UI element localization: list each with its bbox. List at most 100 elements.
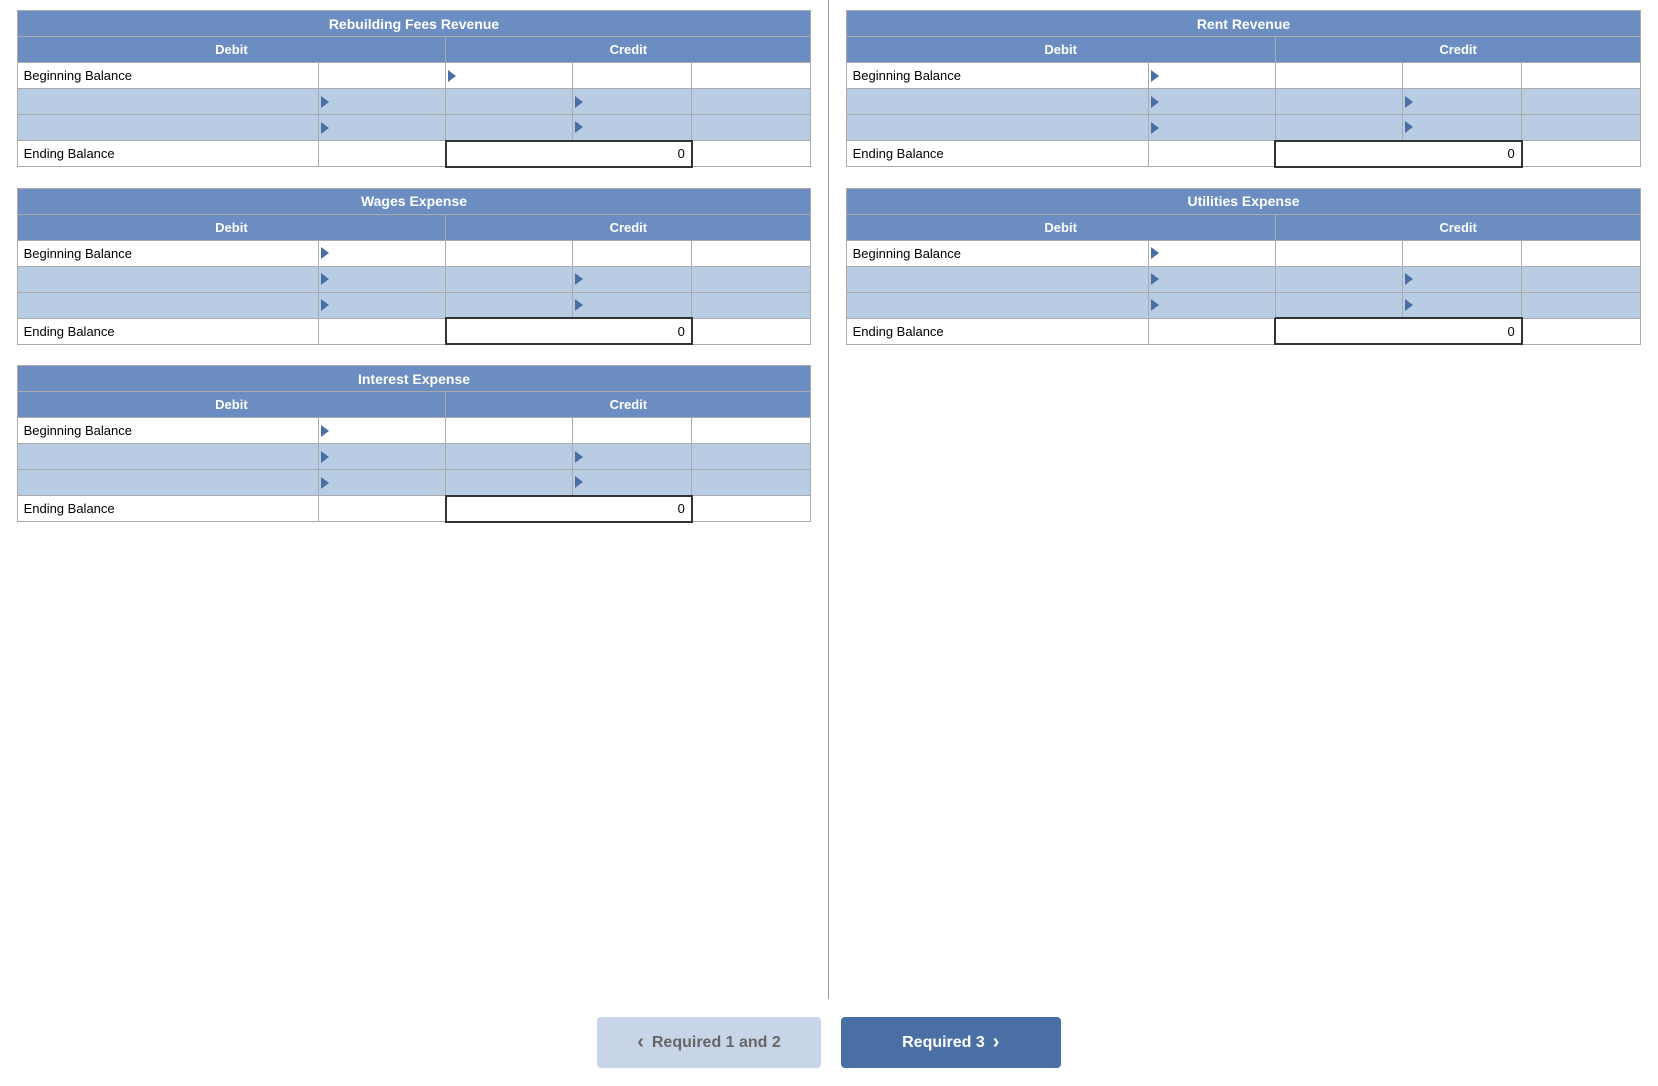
prev-button[interactable]: ‹ Required 1 and 2 (597, 1017, 821, 1068)
utilities-row2-debit1[interactable] (1148, 266, 1275, 292)
rent-row3-credit1[interactable] (1402, 115, 1521, 141)
interest-expense-title: Interest Expense (17, 366, 811, 392)
utilities-debit-input-2[interactable] (1275, 240, 1402, 266)
wages-row3-debit1[interactable] (319, 292, 446, 318)
interest-row3-debit2[interactable] (446, 470, 573, 496)
interest-row3-credit2[interactable] (692, 470, 811, 496)
interest-row3-label (17, 470, 319, 496)
wages-credit-header: Credit (446, 214, 811, 240)
rent-row3-debit2[interactable] (1275, 115, 1402, 141)
interest-ending-balance-label: Ending Balance (17, 496, 319, 522)
rebuilding-fees-credit-input-2[interactable] (573, 63, 692, 89)
utilities-ending-empty (1522, 318, 1641, 344)
rebuilding-fees-credit-input-1[interactable] (446, 63, 573, 89)
next-arrow-icon: › (993, 1031, 1000, 1054)
rent-row2-credit2[interactable] (1522, 89, 1641, 115)
rent-beginning-balance-label: Beginning Balance (846, 63, 1148, 89)
rebuilding-fees-ending-empty (692, 141, 811, 167)
utilities-row3-credit1[interactable] (1402, 292, 1521, 318)
wages-debit-input-2[interactable] (446, 240, 573, 266)
interest-credit-input-2[interactable] (692, 418, 811, 444)
interest-row2-label (17, 444, 319, 470)
right-panel: Rent Revenue Debit Credit Beginning Bala… (829, 0, 1658, 999)
navigation-bar: ‹ Required 1 and 2 Required 3 › (0, 999, 1658, 1086)
rebuilding-fees-row3-debit2[interactable] (446, 115, 573, 141)
utilities-credit-input-2[interactable] (1522, 240, 1641, 266)
rebuilding-fees-debit-input-1[interactable] (319, 63, 446, 89)
rent-debit-input-2[interactable] (1275, 63, 1402, 89)
rent-debit-input-1[interactable] (1148, 63, 1275, 89)
rent-debit-header: Debit (846, 37, 1275, 63)
wages-row2-credit2[interactable] (692, 266, 811, 292)
rebuilding-fees-debit-header: Debit (17, 37, 446, 63)
utilities-credit-input-1[interactable] (1402, 240, 1521, 266)
rent-row3-debit1[interactable] (1148, 115, 1275, 141)
interest-row2-credit2[interactable] (692, 444, 811, 470)
wages-row3-label (17, 292, 319, 318)
next-button[interactable]: Required 3 › (841, 1017, 1061, 1068)
interest-row3-debit1[interactable] (319, 470, 446, 496)
rebuilding-fees-row2-debit1[interactable] (319, 89, 446, 115)
rebuilding-fees-row2-credit2[interactable] (692, 89, 811, 115)
utilities-row3-debit2[interactable] (1275, 292, 1402, 318)
rent-credit-header: Credit (1275, 37, 1641, 63)
interest-debit-input-1[interactable] (319, 418, 446, 444)
rent-credit-input-1[interactable] (1402, 63, 1521, 89)
wages-row2-credit1[interactable] (573, 266, 692, 292)
rent-revenue-title: Rent Revenue (846, 11, 1641, 37)
rebuilding-fees-row2-debit2[interactable] (446, 89, 573, 115)
rebuilding-fees-beginning-balance-label: Beginning Balance (17, 63, 319, 89)
interest-beginning-balance-label: Beginning Balance (17, 418, 319, 444)
utilities-row3-credit2[interactable] (1522, 292, 1641, 318)
utilities-credit-header: Credit (1275, 214, 1641, 240)
wages-row2-label (17, 266, 319, 292)
rebuilding-fees-row3-credit2[interactable] (692, 115, 811, 141)
utilities-debit-header: Debit (846, 214, 1275, 240)
utilities-ending-debit[interactable] (1148, 318, 1275, 344)
wages-row2-debit1[interactable] (319, 266, 446, 292)
rent-row2-credit1[interactable] (1402, 89, 1521, 115)
wages-expense-title: Wages Expense (17, 188, 811, 214)
interest-ending-debit[interactable] (319, 496, 446, 522)
interest-row3-credit1[interactable] (573, 470, 692, 496)
rent-row2-debit2[interactable] (1275, 89, 1402, 115)
wages-row2-debit2[interactable] (446, 266, 573, 292)
wages-debit-input-1[interactable] (319, 240, 446, 266)
wages-ending-debit[interactable] (319, 318, 446, 344)
interest-row2-credit1[interactable] (573, 444, 692, 470)
rebuilding-fees-row2-credit1[interactable] (573, 89, 692, 115)
rebuilding-fees-row3-credit1[interactable] (573, 115, 692, 141)
wages-row3-credit1[interactable] (573, 292, 692, 318)
rent-credit-input-2[interactable] (1522, 63, 1641, 89)
interest-row2-debit1[interactable] (319, 444, 446, 470)
rent-row3-credit2[interactable] (1522, 115, 1641, 141)
interest-credit-input-1[interactable] (573, 418, 692, 444)
interest-debit-input-2[interactable] (446, 418, 573, 444)
rent-row3-label (846, 115, 1148, 141)
wages-credit-input-1[interactable] (573, 240, 692, 266)
rent-row2-debit1[interactable] (1148, 89, 1275, 115)
utilities-ending-balance-label: Ending Balance (846, 318, 1148, 344)
utilities-row2-debit2[interactable] (1275, 266, 1402, 292)
utilities-row2-credit1[interactable] (1402, 266, 1521, 292)
wages-row3-debit2[interactable] (446, 292, 573, 318)
rebuilding-fees-credit-header: Credit (446, 37, 811, 63)
rent-revenue-table: Rent Revenue Debit Credit Beginning Bala… (846, 10, 1642, 168)
rebuilding-fees-credit-input-3[interactable] (692, 63, 811, 89)
interest-credit-header: Credit (446, 392, 811, 418)
utilities-debit-input-1[interactable] (1148, 240, 1275, 266)
utilities-row2-credit2[interactable] (1522, 266, 1641, 292)
main-content: Rebuilding Fees Revenue Debit Credit Beg… (0, 0, 1658, 999)
rent-ending-debit[interactable] (1148, 141, 1275, 167)
rebuilding-fees-row3-debit1[interactable] (319, 115, 446, 141)
interest-row2-debit2[interactable] (446, 444, 573, 470)
rebuilding-fees-ending-debit[interactable] (319, 141, 446, 167)
interest-ending-value: 0 (446, 496, 692, 522)
rebuilding-fees-ending-balance-label: Ending Balance (17, 141, 319, 167)
utilities-row2-label (846, 266, 1148, 292)
wages-row3-credit2[interactable] (692, 292, 811, 318)
utilities-row3-debit1[interactable] (1148, 292, 1275, 318)
wages-credit-input-2[interactable] (692, 240, 811, 266)
wages-ending-balance-label: Ending Balance (17, 318, 319, 344)
interest-expense-table: Interest Expense Debit Credit Beginning … (17, 365, 812, 523)
